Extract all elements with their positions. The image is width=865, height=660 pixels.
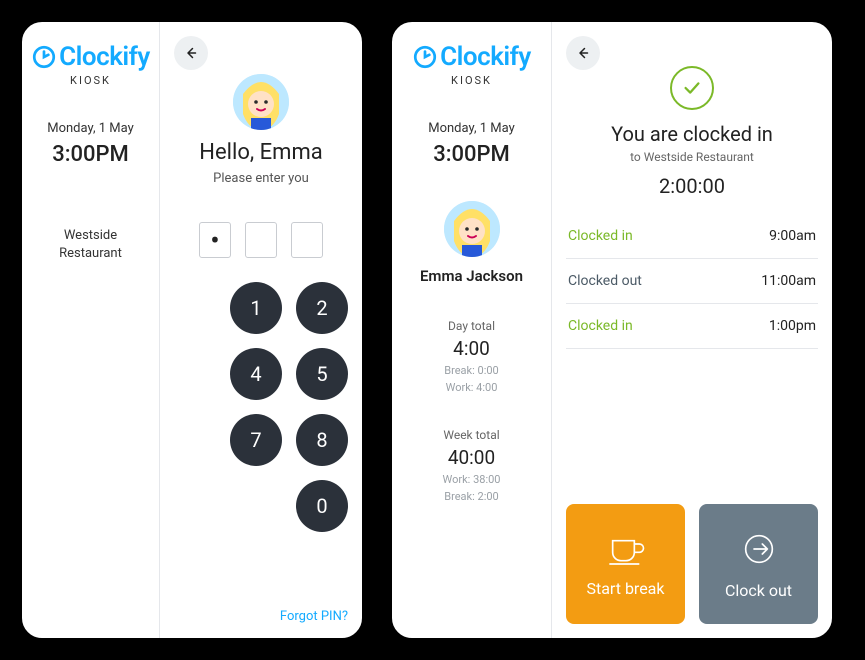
sidebar: Clockify KIOSK Monday, 1 May 3:00PM Emma… bbox=[392, 22, 552, 638]
exit-icon bbox=[739, 529, 779, 569]
current-time: 3:00PM bbox=[52, 142, 129, 167]
brand-name: Clockify bbox=[59, 42, 150, 72]
keypad-2[interactable]: 2 bbox=[296, 282, 348, 334]
log-row: Clocked in 1:00pm bbox=[566, 304, 818, 349]
kiosk-status-screen: Clockify KIOSK Monday, 1 May 3:00PM Emma… bbox=[382, 12, 842, 648]
pin-input[interactable]: • bbox=[199, 222, 323, 258]
status-header: You are clocked in to Westside Restauran… bbox=[566, 66, 818, 198]
keypad-5[interactable]: 5 bbox=[296, 348, 348, 400]
activity-log: Clocked in 9:00am Clocked out 11:00am Cl… bbox=[566, 214, 818, 349]
week-total-label: Week total bbox=[443, 428, 499, 442]
day-work-value: Work: 4:00 bbox=[446, 381, 498, 394]
start-break-label: Start break bbox=[586, 579, 664, 598]
log-label: Clocked out bbox=[568, 273, 642, 289]
day-total-value: 4:00 bbox=[453, 337, 490, 360]
user-name: Emma Jackson bbox=[420, 267, 523, 285]
session-duration: 2:00:00 bbox=[659, 174, 725, 198]
keypad-1[interactable]: 1 bbox=[230, 282, 282, 334]
log-row: Clocked out 11:00am bbox=[566, 259, 818, 304]
week-total-value: 40:00 bbox=[448, 446, 495, 469]
day-total-label: Day total bbox=[448, 319, 495, 333]
back-button[interactable] bbox=[174, 36, 208, 70]
pin-digit-1: • bbox=[199, 222, 231, 258]
avatar bbox=[444, 201, 500, 257]
keypad-4[interactable]: 4 bbox=[230, 348, 282, 400]
clock-icon bbox=[31, 44, 57, 70]
pin-digit-3 bbox=[291, 222, 323, 258]
status-panel: You are clocked in to Westside Restauran… bbox=[552, 22, 832, 638]
arrow-left-icon bbox=[574, 44, 592, 62]
brand-sublabel: KIOSK bbox=[451, 74, 492, 87]
brand-sublabel: KIOSK bbox=[70, 74, 111, 87]
status-title: You are clocked in bbox=[611, 122, 773, 146]
pin-entry-panel: Hello, Emma Please enter you • 1 2 4 5 7… bbox=[160, 22, 362, 638]
log-time: 1:00pm bbox=[769, 318, 816, 334]
action-buttons: Start break Clock out bbox=[566, 504, 818, 624]
pin-prompt: Please enter you bbox=[213, 171, 309, 186]
avatar bbox=[233, 74, 289, 130]
keypad-8[interactable]: 8 bbox=[296, 414, 348, 466]
clock-out-button[interactable]: Clock out bbox=[699, 504, 818, 624]
keypad-0[interactable]: 0 bbox=[296, 480, 348, 532]
week-work-value: Work: 38:00 bbox=[443, 473, 501, 486]
log-row: Clocked in 9:00am bbox=[566, 214, 818, 259]
week-break-value: Break: 2:00 bbox=[444, 490, 498, 503]
back-button[interactable] bbox=[566, 36, 600, 70]
forgot-pin-link[interactable]: Forgot PIN? bbox=[280, 609, 348, 624]
sidebar: Clockify KIOSK Monday, 1 May 3:00PM West… bbox=[22, 22, 160, 638]
arrow-left-icon bbox=[182, 44, 200, 62]
brand-name: Clockify bbox=[440, 42, 531, 72]
brand-logo: Clockify bbox=[31, 42, 150, 72]
brand-logo: Clockify bbox=[412, 42, 531, 72]
kiosk-pin-screen: Clockify KIOSK Monday, 1 May 3:00PM West… bbox=[12, 12, 372, 648]
current-date: Monday, 1 May bbox=[428, 121, 515, 136]
keypad-7[interactable]: 7 bbox=[230, 414, 282, 466]
current-time: 3:00PM bbox=[433, 142, 510, 167]
cup-icon bbox=[606, 531, 646, 567]
kiosk-location: Westside Restaurant bbox=[59, 227, 122, 263]
log-label: Clocked in bbox=[568, 318, 633, 334]
day-break-value: Break: 0:00 bbox=[444, 364, 498, 377]
log-label: Clocked in bbox=[568, 228, 633, 244]
numeric-keypad: 1 2 4 5 7 8 0 bbox=[174, 282, 348, 532]
clock-out-label: Clock out bbox=[725, 581, 792, 600]
current-date: Monday, 1 May bbox=[47, 121, 134, 136]
clock-icon bbox=[412, 44, 438, 70]
start-break-button[interactable]: Start break bbox=[566, 504, 685, 624]
log-time: 11:00am bbox=[761, 273, 816, 289]
log-time: 9:00am bbox=[769, 228, 816, 244]
greeting-text: Hello, Emma bbox=[199, 140, 322, 165]
success-check-icon bbox=[670, 66, 714, 110]
pin-digit-2 bbox=[245, 222, 277, 258]
status-subtitle: to Westside Restaurant bbox=[630, 150, 754, 164]
